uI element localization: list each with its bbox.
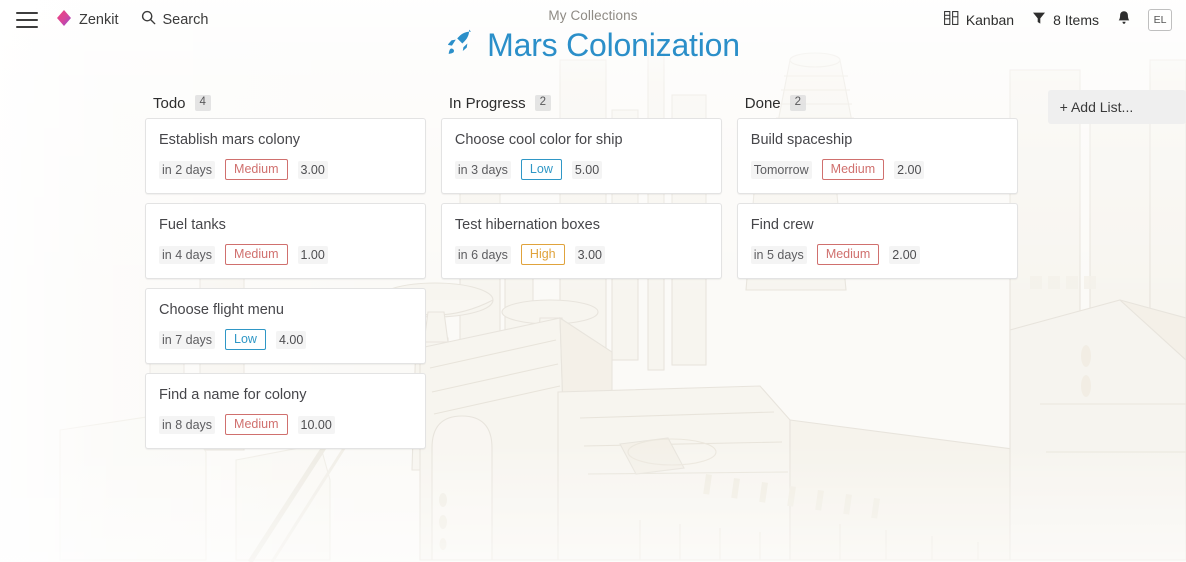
kanban-card[interactable]: Choose cool color for ship in 3 days Low 5.… xyxy=(440,118,722,194)
list-title: In Progress xyxy=(448,94,526,112)
card-meta-row: in 2 days Medium 3.00 xyxy=(159,159,411,180)
kanban-grid-icon xyxy=(943,10,959,30)
list-header[interactable]: In Progress 2 xyxy=(441,88,722,118)
card-priority-badge: Low xyxy=(520,159,562,180)
kanban-card[interactable]: Build spaceship Tomorrow Medium 2.00 xyxy=(736,118,1018,194)
card-meta-row: in 4 days Medium 1.00 xyxy=(159,244,411,265)
zenkit-diamond-logo xyxy=(56,9,72,32)
card-due-date: in 7 days xyxy=(159,330,216,349)
hamburger-menu-icon[interactable] xyxy=(16,12,38,28)
card-priority-badge: Medium xyxy=(816,244,880,265)
list-header[interactable]: Done 2 xyxy=(737,88,1018,118)
notifications-button[interactable] xyxy=(1117,10,1131,31)
list-count-badge: 2 xyxy=(534,95,551,111)
card-value: 10.00 xyxy=(297,415,335,434)
card-meta-row: in 7 days Low 4.00 xyxy=(159,329,411,350)
card-title: Find crew xyxy=(750,217,814,233)
card-title: Find a name for colony xyxy=(159,387,307,403)
card-title: Test hibernation boxes xyxy=(454,217,600,233)
topbar-left-group: Zenkit Search xyxy=(0,9,208,32)
card-due-date: in 6 days xyxy=(454,245,511,264)
list-count-badge: 4 xyxy=(194,95,211,111)
filter-items-label: 8 Items xyxy=(1053,12,1099,28)
kanban-card[interactable]: Establish mars colony in 2 days Medium 3.00 xyxy=(145,118,426,194)
card-priority-badge: Medium xyxy=(225,414,288,435)
card-meta-row: in 3 days Low 5.00 xyxy=(454,159,707,180)
card-title: Choose flight menu xyxy=(159,302,284,318)
view-switcher-kanban[interactable]: Kanban xyxy=(943,10,1015,30)
search-icon xyxy=(141,10,156,30)
card-meta-row: in 8 days Medium 10.00 xyxy=(159,414,411,435)
card-value: 2.00 xyxy=(889,245,920,264)
list-column-in-progress: In Progress 2 Choose cool color for ship in… xyxy=(440,88,722,288)
card-title: Build spaceship xyxy=(750,132,853,148)
card-value: 1.00 xyxy=(297,245,328,264)
list-header[interactable]: Todo 4 xyxy=(145,88,426,118)
bell-icon xyxy=(1117,10,1131,31)
card-meta-row: in 5 days Medium 2.00 xyxy=(750,244,1003,265)
card-value: 5.00 xyxy=(571,160,603,179)
avatar-initials: EL xyxy=(1153,14,1167,26)
list-column-todo: Todo 4 Establish mars colony in 2 days Mediu… xyxy=(145,88,426,458)
card-value: 2.00 xyxy=(894,160,925,179)
card-title: Fuel tanks xyxy=(159,217,226,233)
search-label: Search xyxy=(162,12,209,28)
card-priority-badge: Medium xyxy=(225,159,288,180)
card-due-date: in 3 days xyxy=(454,160,511,179)
kanban-card[interactable]: Choose flight menu in 7 days Low 4.00 xyxy=(145,288,426,364)
top-navigation-bar: Zenkit Search Kanban 8 Items EL xyxy=(0,0,1186,40)
user-avatar[interactable]: EL xyxy=(1148,9,1172,31)
list-column-done: Done 2 Build spaceship Tomorrow Medium 2.00 Fi… xyxy=(736,88,1018,288)
card-meta-row: Tomorrow Medium 2.00 xyxy=(750,159,1003,180)
card-meta-row: in 6 days High 3.00 xyxy=(454,244,707,265)
list-title: Done xyxy=(744,94,781,112)
kanban-card[interactable]: Find a name for colony in 8 days Medium 10.… xyxy=(145,373,426,449)
kanban-card[interactable]: Fuel tanks in 4 days Medium 1.00 xyxy=(145,203,426,279)
zenkit-brand-label: Zenkit xyxy=(79,12,119,28)
view-switcher-label: Kanban xyxy=(965,12,1015,28)
zenkit-brand[interactable]: Zenkit xyxy=(56,9,119,32)
card-priority-badge: High xyxy=(520,244,565,265)
filter-items-button[interactable]: 8 Items xyxy=(1032,11,1099,30)
card-value: 4.00 xyxy=(275,330,307,349)
card-due-date: in 2 days xyxy=(159,160,216,179)
card-priority-badge: Medium xyxy=(821,159,885,180)
card-due-date: in 4 days xyxy=(159,245,216,264)
search-button[interactable]: Search xyxy=(141,10,209,30)
kanban-board: Todo 4 Establish mars colony in 2 days Mediu… xyxy=(0,88,1186,562)
card-priority-badge: Medium xyxy=(225,244,288,265)
card-title: Choose cool color for ship xyxy=(454,132,623,148)
filter-funnel-icon xyxy=(1032,11,1046,30)
card-value: 3.00 xyxy=(574,245,605,264)
card-due-date: in 5 days xyxy=(750,245,807,264)
card-due-date: Tomorrow xyxy=(750,160,812,179)
kanban-card[interactable]: Find crew in 5 days Medium 2.00 xyxy=(736,203,1018,279)
list-count-badge: 2 xyxy=(789,95,807,111)
add-list-button[interactable]: + Add List... xyxy=(1047,90,1186,124)
card-value: 3.00 xyxy=(297,160,328,179)
card-priority-badge: Low xyxy=(225,329,266,350)
topbar-right-group: Kanban 8 Items EL xyxy=(926,0,1172,40)
card-title: Establish mars colony xyxy=(159,132,301,148)
kanban-card[interactable]: Test hibernation boxes in 6 days High 3.00 xyxy=(440,203,722,279)
list-title: Todo xyxy=(153,94,186,112)
card-due-date: in 8 days xyxy=(159,415,216,434)
